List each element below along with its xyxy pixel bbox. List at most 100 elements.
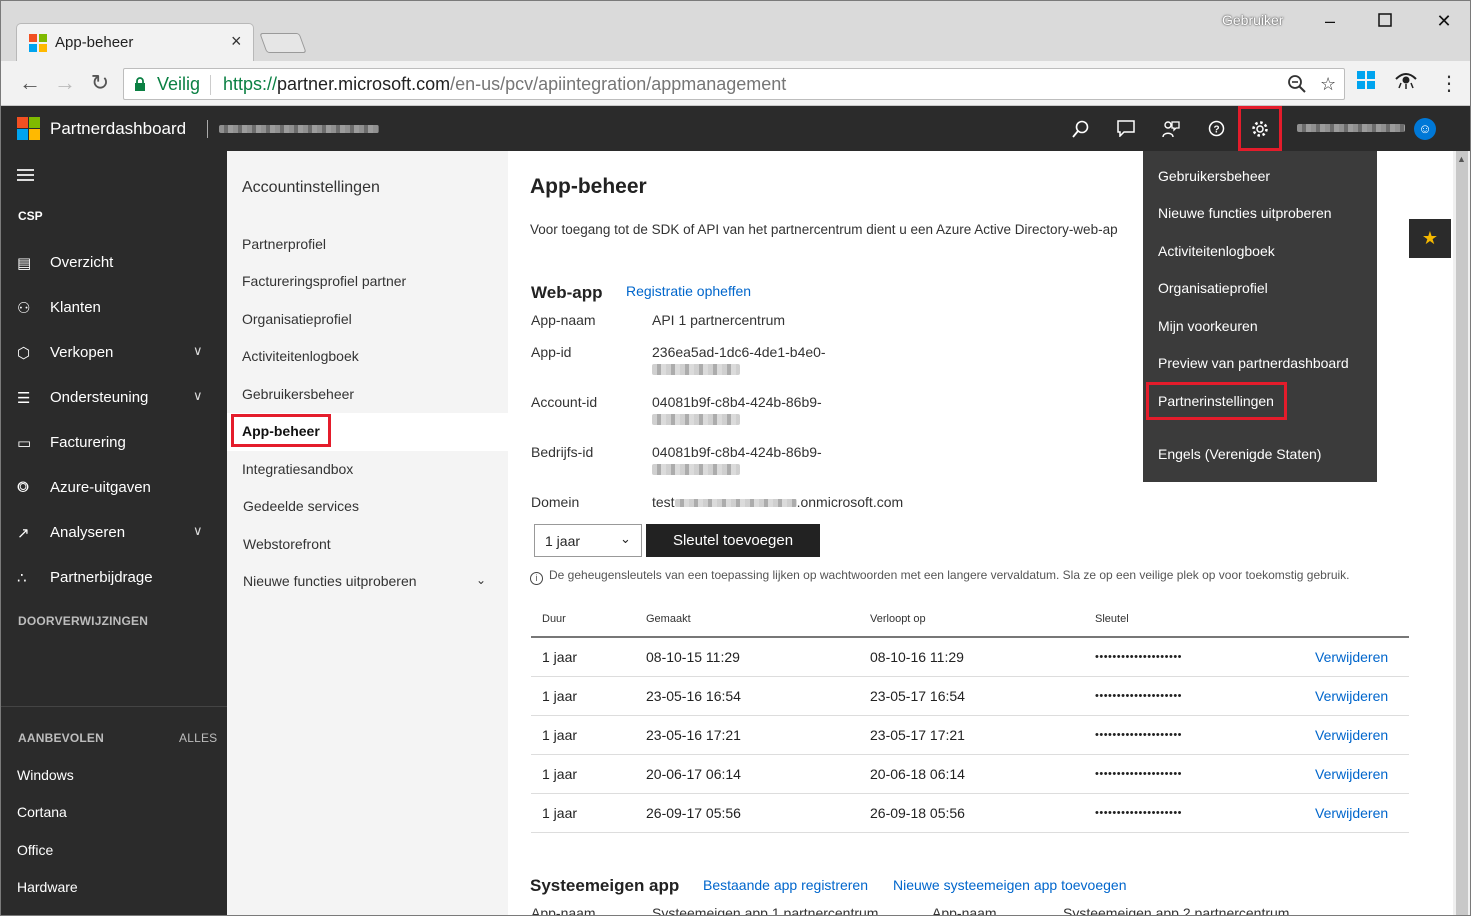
close-window-icon[interactable]: ✕: [1434, 11, 1454, 32]
menu-item-activiteitenlogboek[interactable]: Activiteitenlogboek: [1158, 243, 1275, 259]
maximize-icon[interactable]: [1375, 11, 1395, 32]
duration-select-value: 1 jaar: [545, 533, 581, 549]
delete-key-link[interactable]: Verwijderen: [1315, 688, 1388, 704]
lock-icon: [135, 77, 145, 91]
search-icon[interactable]: [1059, 106, 1103, 151]
add-key-button[interactable]: Sleutel toevoegen: [646, 524, 820, 557]
minimize-icon[interactable]: –: [1320, 11, 1340, 32]
address-bar[interactable]: Veilig https://partner.microsoft.com/en-…: [123, 68, 1345, 100]
domain-suffix: .onmicrosoft.com: [796, 494, 904, 510]
unregister-link[interactable]: Registratie opheffen: [626, 283, 751, 299]
subnav-item-webstorefront[interactable]: Webstorefront: [243, 536, 331, 552]
scrollbar-thumb[interactable]: [1456, 151, 1468, 915]
nav-item-facturering[interactable]: ▭ Facturering: [1, 424, 227, 464]
subnav-item-organisatieprofiel[interactable]: Organisatieprofiel: [242, 311, 352, 327]
subnav-item-partnerprofiel[interactable]: Partnerprofiel: [242, 236, 326, 252]
account-settings-title: Accountinstellingen: [242, 179, 380, 196]
chevron-down-icon[interactable]: ∨: [193, 343, 203, 359]
subnav-item-nieuwe-functies[interactable]: Nieuwe functies uitproberen: [243, 573, 417, 589]
eye-extension-icon[interactable]: [1395, 71, 1417, 95]
zoom-icon[interactable]: [1287, 74, 1307, 99]
field-value-domein: test .onmicrosoft.com: [652, 494, 903, 510]
profile-user-label[interactable]: Gebruiker: [1222, 12, 1283, 28]
menu-item-organisatieprofiel[interactable]: Organisatieprofiel: [1158, 280, 1268, 296]
recommended-item-cortana[interactable]: Cortana: [17, 804, 67, 820]
delete-key-link[interactable]: Verwijderen: [1315, 766, 1388, 782]
windows-extension-icon[interactable]: [1357, 71, 1375, 95]
nav-item-azure-uitgaven[interactable]: ⭗ Azure-uitgaven: [1, 469, 227, 509]
nav-item-partnerbijdrage[interactable]: ∴ Partnerbijdrage: [1, 559, 227, 599]
cell-created: 08-10-15 11:29: [646, 649, 740, 665]
nav-section-referrals[interactable]: DOORVERWIJZINGEN: [18, 614, 148, 628]
column-header-sleutel: Sleutel: [1095, 613, 1129, 625]
recommended-item-office[interactable]: Office: [17, 842, 53, 858]
scroll-up-icon[interactable]: ▲: [1457, 154, 1466, 164]
menu-item-mijn-voorkeuren[interactable]: Mijn voorkeuren: [1158, 318, 1258, 334]
subnav-item-gedeelde-services[interactable]: Gedeelde services: [243, 498, 359, 514]
help-icon[interactable]: ?: [1194, 106, 1238, 151]
menu-item-language[interactable]: Engels (Verenigde Staten): [1158, 446, 1321, 462]
brand-title[interactable]: Partnerdashboard: [50, 119, 186, 139]
cell-created: 26-09-17 05:56: [646, 805, 741, 821]
settings-dropdown-menu: Gebruikersbeheer Nieuwe functies uitprob…: [1143, 151, 1377, 482]
delete-key-link[interactable]: Verwijderen: [1315, 727, 1388, 743]
subnav-item-factureringsprofiel[interactable]: Factureringsprofiel partner: [242, 273, 406, 289]
nav-item-klanten[interactable]: ⚇ Klanten: [1, 289, 227, 329]
recommended-item-hardware[interactable]: Hardware: [17, 879, 78, 895]
chevron-down-icon[interactable]: ∨: [193, 388, 203, 404]
nav-item-ondersteuning[interactable]: ☰ Ondersteuning ∨: [1, 379, 227, 419]
recommended-item-windows[interactable]: Windows: [17, 767, 74, 783]
new-tab-button[interactable]: [259, 33, 307, 53]
delete-key-link[interactable]: Verwijderen: [1315, 805, 1388, 821]
duration-select[interactable]: 1 jaar ⌄: [534, 524, 642, 557]
left-navigation: CSP ▤ Overzicht ⚇ Klanten ⬡ Verkopen ∨ ☰ Onderst…: [1, 151, 227, 915]
nav-item-label: Azure-uitgaven: [50, 479, 151, 496]
secure-label: Veilig: [157, 74, 201, 94]
subnav-item-gebruikersbeheer[interactable]: Gebruikersbeheer: [242, 386, 354, 402]
hamburger-menu-icon[interactable]: [17, 169, 34, 181]
bookmark-star-icon[interactable]: ☆: [1320, 74, 1336, 95]
browser-tab[interactable]: App-beheer ×: [16, 23, 254, 61]
address-separator: [210, 75, 211, 95]
menu-item-nieuwe-functies[interactable]: Nieuwe functies uitproberen: [1158, 205, 1332, 221]
info-icon: i: [530, 572, 543, 585]
nav-item-analyseren[interactable]: ↗ Analyseren ∨: [1, 514, 227, 554]
field-value-app-naam: API 1 partnercentrum: [652, 312, 786, 328]
cell-duration: 1 jaar: [542, 727, 578, 743]
webapp-heading: Web-app: [531, 283, 603, 302]
nav-item-label: Ondersteuning: [50, 389, 149, 406]
chevron-down-icon[interactable]: ⌄: [476, 573, 486, 587]
favorite-star-icon[interactable]: ★: [1409, 219, 1451, 258]
table-row: 1 jaar 20-06-17 06:14 20-06-18 06:14 ••••••…: [531, 755, 1409, 794]
intro-text: Voor toegang tot de SDK of API van het p…: [530, 222, 1118, 237]
field-label-app-id: App-id: [531, 344, 572, 360]
chat-icon[interactable]: [1104, 106, 1148, 151]
menu-item-gebruikersbeheer[interactable]: Gebruikersbeheer: [1158, 168, 1270, 184]
add-native-app-link[interactable]: Nieuwe systeemeigen app toevoegen: [893, 877, 1127, 893]
forward-arrow-icon[interactable]: →: [51, 70, 79, 96]
browser-menu-icon[interactable]: ⋮: [1439, 71, 1459, 96]
browser-toolbar: ← → ↻ Veilig https://partner.microsoft.c…: [1, 61, 1470, 106]
register-existing-app-link[interactable]: Bestaande app registreren: [703, 877, 868, 893]
field-label-domein: Domein: [531, 494, 580, 510]
vertical-scrollbar[interactable]: ▲: [1453, 151, 1470, 915]
delete-key-link[interactable]: Verwijderen: [1315, 649, 1388, 665]
recommended-all-link[interactable]: ALLES: [179, 731, 217, 745]
account-avatar-icon[interactable]: ☺: [1414, 118, 1436, 140]
nav-item-overzicht[interactable]: ▤ Overzicht: [1, 244, 227, 284]
account-settings-nav: Accountinstellingen Partnerprofiel Factu…: [227, 151, 508, 915]
feedback-icon[interactable]: [1149, 106, 1193, 151]
chevron-down-icon[interactable]: ∨: [193, 523, 203, 539]
nav-item-label: Facturering: [50, 434, 126, 451]
tab-close-icon[interactable]: ×: [231, 31, 242, 52]
url-text[interactable]: https://partner.microsoft.com/en-us/pcv/…: [223, 74, 786, 95]
reload-icon[interactable]: ↻: [86, 70, 114, 96]
nav-item-verkopen[interactable]: ⬡ Verkopen ∨: [1, 334, 227, 374]
subnav-item-integratiesandbox[interactable]: Integratiesandbox: [242, 461, 353, 477]
redacted-account-name[interactable]: [1297, 124, 1405, 132]
nav-item-label: Analyseren: [50, 524, 126, 541]
settings-gear-icon[interactable]: [1238, 106, 1282, 151]
subnav-item-activiteitenlogboek[interactable]: Activiteitenlogboek: [242, 348, 359, 364]
menu-item-preview[interactable]: Preview van partnerdashboard: [1158, 355, 1349, 371]
back-arrow-icon[interactable]: ←: [16, 70, 44, 96]
